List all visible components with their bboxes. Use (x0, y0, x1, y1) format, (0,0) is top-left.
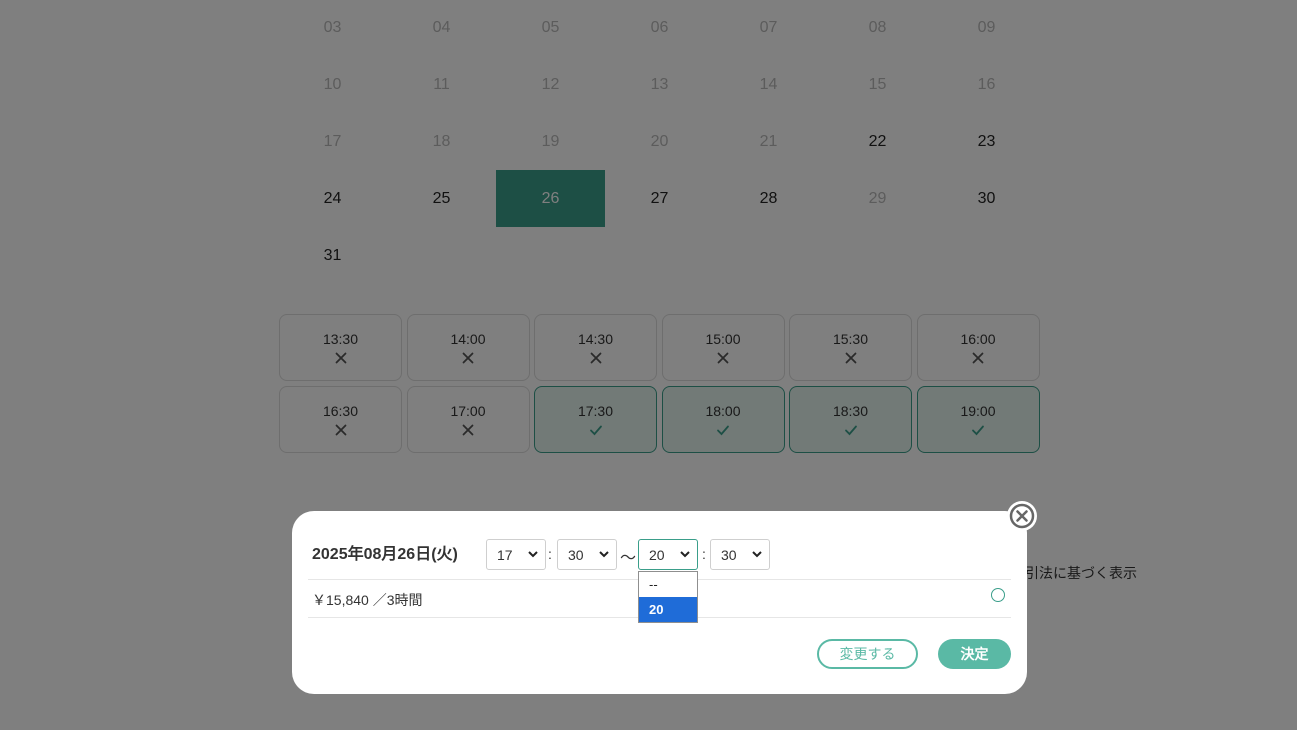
available-circle-icon (991, 588, 1005, 602)
change-button[interactable]: 変更する (817, 639, 918, 669)
confirm-button[interactable]: 決定 (938, 639, 1011, 669)
chevron-down-icon (680, 551, 690, 558)
range-separator: 〜 (620, 550, 637, 567)
close-icon (1009, 503, 1035, 529)
chevron-down-icon (599, 551, 609, 558)
selected-date: 2025年08月26日(火) (312, 546, 458, 563)
end-minute-value: 30 (721, 546, 737, 563)
dropdown-option[interactable]: 20 (639, 597, 697, 622)
start-hour-value: 17 (497, 546, 513, 563)
end-hour-value: 20 (649, 546, 665, 563)
price-text: ￥15,840 ／3時間 (312, 592, 423, 608)
chevron-down-icon (752, 551, 762, 558)
end-minute-select[interactable]: 30 (710, 539, 770, 570)
end-hour-dropdown-list: -- 20 (638, 571, 698, 623)
end-hour-select[interactable]: 20 (638, 539, 698, 570)
close-modal-button[interactable] (1007, 501, 1037, 531)
time-colon: : (702, 546, 706, 562)
chevron-down-icon (528, 551, 538, 558)
start-minute-select[interactable]: 30 (557, 539, 617, 570)
time-colon: : (548, 546, 552, 562)
start-hour-select[interactable]: 17 (486, 539, 546, 570)
dropdown-option[interactable]: -- (639, 572, 697, 597)
start-minute-value: 30 (568, 546, 584, 563)
